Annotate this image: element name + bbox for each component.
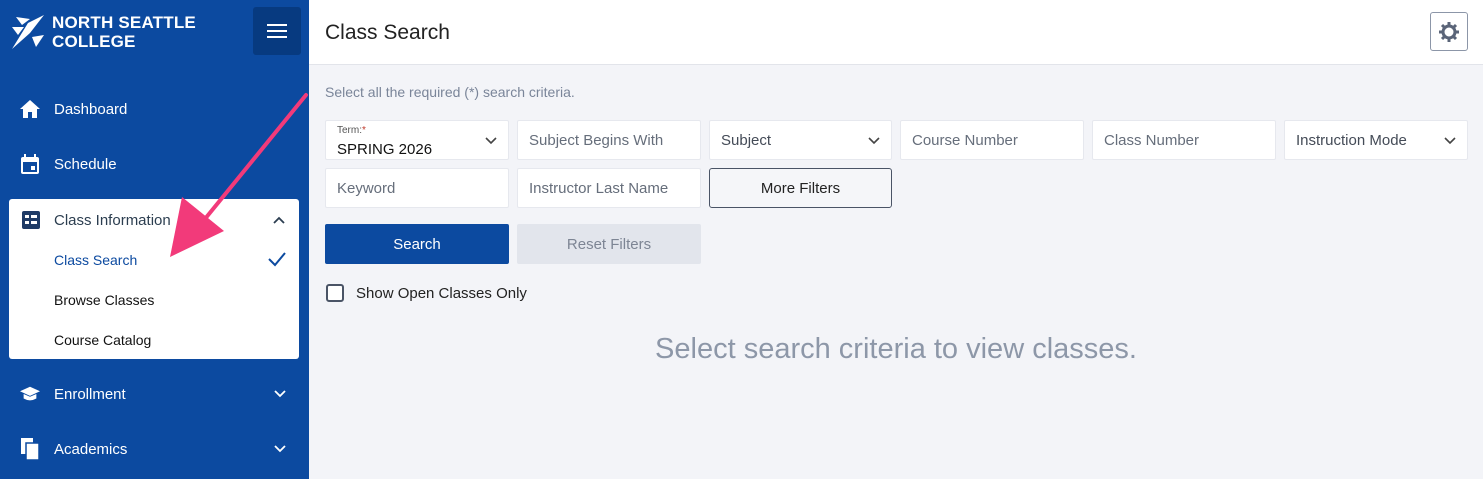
search-button[interactable]: Search: [325, 224, 509, 264]
empty-results-message: Select search criteria to view classes.: [655, 333, 1137, 365]
instruction-mode-select[interactable]: Instruction Mode: [1284, 120, 1468, 160]
sidebar-item-label: Class Information: [54, 211, 171, 229]
sidebar-item-academics[interactable]: Academics: [0, 427, 309, 471]
sidebar-item-label: Academics: [54, 440, 128, 458]
college-name-line2: COLLEGE: [52, 32, 136, 51]
chevron-down-icon: [485, 137, 497, 145]
term-label: Term:*: [337, 125, 366, 136]
sidebar-subitem-course-catalog[interactable]: Course Catalog: [54, 332, 151, 348]
graduation-cap-icon: [20, 384, 40, 404]
header-bar: Class Search: [309, 0, 1483, 65]
home-icon: [20, 99, 40, 119]
reset-filters-button[interactable]: Reset Filters: [517, 224, 701, 264]
settings-button[interactable]: [1430, 12, 1468, 51]
term-value: SPRING 2026: [337, 141, 433, 158]
chevron-down-icon: [868, 137, 880, 145]
show-open-classes-checkbox[interactable]: [326, 284, 344, 302]
calendar-icon: [20, 154, 40, 174]
instruction-mode-label: Instruction Mode: [1296, 132, 1407, 149]
subject-select-label: Subject: [721, 132, 772, 149]
college-name-line1: NORTH SEATTLE: [52, 13, 196, 32]
college-logo-icon: [12, 15, 44, 49]
class-number-field[interactable]: [1092, 120, 1276, 160]
sidebar-subitem-class-search[interactable]: Class Search: [54, 252, 137, 268]
college-name: NORTH SEATTLE COLLEGE: [52, 13, 196, 51]
page-title: Class Search: [325, 21, 450, 44]
documents-icon: [20, 438, 40, 460]
college-logo[interactable]: NORTH SEATTLE COLLEGE: [10, 13, 196, 51]
sidebar-subitem-browse-classes[interactable]: Browse Classes: [54, 292, 154, 308]
course-number-field[interactable]: [900, 120, 1084, 160]
sidebar-item-label: Schedule: [54, 155, 117, 173]
sidebar-item-label: Enrollment: [54, 385, 126, 403]
course-number-input[interactable]: [901, 121, 1083, 159]
more-filters-button[interactable]: More Filters: [709, 168, 892, 208]
chevron-down-icon: [1444, 137, 1456, 145]
search-instructions: Select all the required (*) search crite…: [325, 84, 575, 100]
menu-toggle-button[interactable]: [253, 7, 301, 55]
sidebar-item-label: Dashboard: [54, 100, 128, 118]
class-number-input[interactable]: [1093, 121, 1275, 159]
term-label-text: Term:: [337, 125, 362, 136]
instructor-last-name-field[interactable]: [517, 168, 701, 208]
list-icon: [21, 210, 41, 230]
chevron-down-icon: [274, 445, 286, 453]
show-open-classes-label[interactable]: Show Open Classes Only: [356, 285, 527, 302]
sidebar-item-enrollment[interactable]: Enrollment: [0, 372, 309, 416]
subject-begins-with-field[interactable]: [517, 120, 701, 160]
instructor-last-name-input[interactable]: [518, 169, 700, 207]
subject-select[interactable]: Subject: [709, 120, 892, 160]
gear-icon: [1439, 21, 1459, 42]
annotation-arrow-icon: [170, 93, 308, 257]
keyword-field[interactable]: [325, 168, 509, 208]
term-select[interactable]: Term:* SPRING 2026: [325, 120, 509, 160]
subject-begins-with-input[interactable]: [518, 121, 700, 159]
required-mark: *: [362, 125, 366, 136]
hamburger-icon: [267, 24, 287, 38]
keyword-input[interactable]: [326, 169, 508, 207]
chevron-down-icon: [274, 390, 286, 398]
